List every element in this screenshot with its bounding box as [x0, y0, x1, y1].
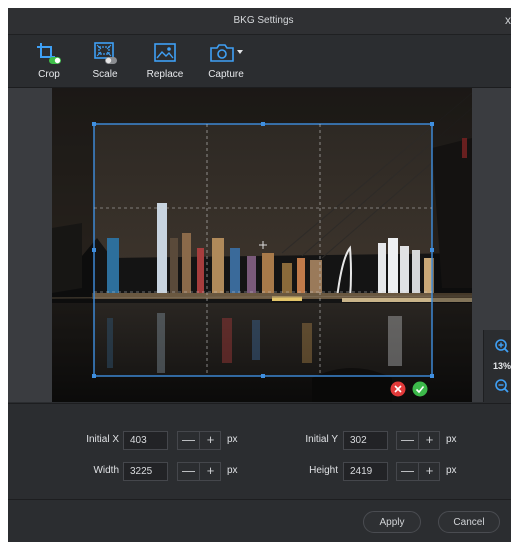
crop-handle[interactable] — [430, 122, 434, 126]
height-unit: px — [446, 465, 457, 476]
initial-x-label: Initial X — [86, 434, 119, 445]
image-replace-icon — [154, 43, 176, 62]
capture-label: Capture — [208, 69, 244, 80]
width-label: Width — [93, 465, 119, 476]
crop-handle[interactable] — [430, 374, 434, 378]
crop-cancel-icon[interactable] — [390, 381, 406, 397]
height-stepper: — + — [396, 462, 440, 481]
scale-icon — [94, 42, 117, 64]
scale-tool-button[interactable]: Scale — [83, 41, 127, 85]
initial-y-unit: px — [446, 434, 457, 445]
apply-button[interactable]: Apply — [363, 511, 421, 533]
right-strip — [483, 88, 511, 330]
crop-handle[interactable] — [261, 122, 265, 126]
width-input[interactable] — [123, 462, 168, 481]
initial-y-stepper: — + — [396, 431, 440, 450]
initial-x-input[interactable] — [123, 431, 168, 450]
initial-y-increment-button[interactable]: + — [419, 432, 440, 449]
zoom-in-icon[interactable] — [494, 338, 510, 354]
cancel-button[interactable]: Cancel — [438, 511, 500, 533]
initial-y-decrement-button[interactable]: — — [397, 432, 419, 449]
width-decrement-button[interactable]: — — [178, 463, 200, 480]
replace-tool-button[interactable]: Replace — [143, 41, 187, 85]
crop-icon — [37, 43, 61, 64]
height-increment-button[interactable]: + — [419, 463, 440, 480]
width-unit: px — [227, 465, 238, 476]
initial-y-label: Initial Y — [305, 434, 338, 445]
crop-handle[interactable] — [92, 122, 96, 126]
width-increment-button[interactable]: + — [200, 463, 221, 480]
zoom-panel: 13% — [483, 330, 511, 402]
position-size-fields: Initial X — + px Initial Y — + px Width … — [8, 403, 511, 500]
crop-overlay — [52, 88, 472, 402]
height-decrement-button[interactable]: — — [397, 463, 419, 480]
replace-label: Replace — [146, 69, 184, 80]
preview-canvas[interactable] — [8, 88, 483, 402]
capture-tool-button[interactable]: Capture — [198, 41, 254, 85]
initial-x-increment-button[interactable]: + — [200, 432, 221, 449]
crop-handle[interactable] — [92, 248, 96, 252]
toolbar: Crop Scale Replace Capture — [8, 35, 511, 88]
bkg-settings-dialog: BKG Settings x Crop Scale Replace Captur… — [8, 8, 511, 542]
crop-confirm-icon[interactable] — [412, 381, 428, 397]
scale-label: Scale — [92, 69, 118, 80]
width-stepper: — + — [177, 462, 221, 481]
crop-label: Crop — [38, 69, 60, 80]
height-input[interactable] — [343, 462, 388, 481]
initial-x-label-wrap: Initial X — [68, 431, 119, 451]
zoom-out-icon[interactable] — [494, 378, 510, 394]
close-icon[interactable]: x — [505, 13, 511, 27]
dialog-footer: Apply Cancel — [8, 499, 511, 542]
title-bar: BKG Settings x — [8, 8, 511, 35]
crop-handle[interactable] — [261, 374, 265, 378]
crop-handle[interactable] — [92, 374, 96, 378]
zoom-level: 13% — [492, 361, 511, 371]
initial-y-label-wrap: Initial Y — [278, 431, 338, 451]
crop-frame[interactable] — [93, 123, 433, 377]
initial-x-stepper: — + — [177, 431, 221, 450]
width-label-wrap: Width — [68, 462, 119, 482]
crop-handle[interactable] — [430, 248, 434, 252]
crop-tool-button[interactable]: Crop — [27, 41, 71, 85]
initial-x-decrement-button[interactable]: — — [178, 432, 200, 449]
initial-x-unit: px — [227, 434, 238, 445]
initial-y-input[interactable] — [343, 431, 388, 450]
height-label: Height — [309, 465, 338, 476]
height-label-wrap: Height — [278, 462, 338, 482]
camera-icon — [210, 44, 243, 62]
dialog-title: BKG Settings — [233, 15, 294, 26]
